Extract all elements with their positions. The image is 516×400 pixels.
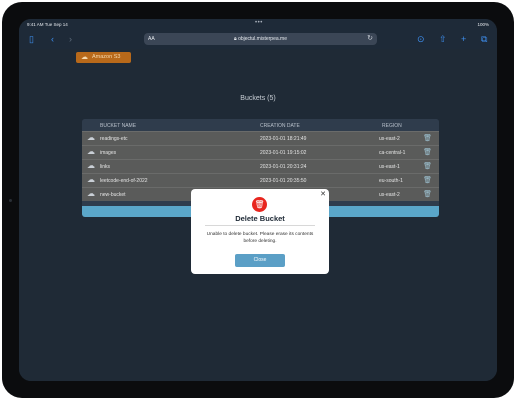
trash-icon[interactable]: 🗑︎ [423,176,432,184]
url-text: 🔒︎ objectul.misterpea.me [234,36,287,42]
column-header-name: BUCKET NAME [100,123,137,129]
browser-toolbar: ▯ ‹ › AA 🔒︎ objectul.misterpea.me ↻ ⊙ ⇧ … [19,31,497,49]
trash-icon: 🗑︎ [252,197,267,212]
close-icon[interactable]: ✕ [320,190,326,198]
page-title: Buckets (5) [240,95,276,102]
table-row[interactable]: ☁ links 2023-01-01 20:31:24 us-east-1 🗑︎ [82,159,439,173]
cloud-icon: ☁ [87,189,95,198]
sidebar-icon[interactable]: ▯ [29,34,34,45]
status-bar: 9:41 AM Tue Sep 14 ••• 100% [19,19,497,31]
download-icon[interactable]: ⊙ [417,34,425,45]
ipad-frame: 9:41 AM Tue Sep 14 ••• 100% ▯ ‹ › AA 🔒︎ … [2,2,514,398]
trash-icon[interactable]: 🗑︎ [423,134,432,142]
chevron-left-icon[interactable]: ‹ [51,34,54,45]
trash-icon[interactable]: 🗑︎ [423,190,432,198]
table-row[interactable]: ☁ readings-etc 2023-01-01 18:21:49 us-ea… [82,131,439,145]
cloud-icon: ☁ [87,175,95,184]
column-header-region: REGION [382,123,402,129]
cloud-icon: ☁ [81,54,88,61]
modal-title: Delete Bucket [235,214,285,223]
service-badge[interactable]: ☁ Amazon S3 [76,52,131,63]
url-bar[interactable]: AA 🔒︎ objectul.misterpea.me ↻ [144,33,377,45]
battery-indicator: 100% [477,22,489,27]
table-header: BUCKET NAME CREATION DATE REGION [82,119,439,131]
screen: 9:41 AM Tue Sep 14 ••• 100% ▯ ‹ › AA 🔒︎ … [19,19,497,381]
table-row[interactable]: ☁ images 2023-01-01 19:15:02 ca-central-… [82,145,439,159]
multitasking-dots[interactable]: ••• [255,20,263,26]
close-button[interactable]: Close [235,254,285,267]
reload-icon[interactable]: ↻ [367,34,373,42]
modal-message: Unable to delete bucket. Please erase it… [206,232,314,244]
column-header-date: CREATION DATE [260,123,300,129]
cloud-icon: ☁ [87,161,95,170]
lock-icon: 🔒︎ [234,36,237,42]
table-row[interactable]: ☁ leetcode-end-of-2022 2023-01-01 20:35:… [82,173,439,187]
page-content: ☁ Amazon S3 Buckets (5) BUCKET NAME CREA… [19,49,497,381]
trash-icon[interactable]: 🗑︎ [423,148,432,156]
cloud-icon: ☁ [87,147,95,156]
tabs-icon[interactable]: ⧉ [481,34,487,45]
delete-bucket-modal: ✕ 🗑︎ Delete Bucket Unable to delete buck… [191,189,329,274]
status-time: 9:41 AM Tue Sep 14 [27,22,68,27]
chevron-right-icon[interactable]: › [69,34,72,45]
share-icon[interactable]: ⇧ [439,34,447,45]
plus-icon[interactable]: + [461,34,466,45]
front-camera [9,199,12,202]
trash-icon[interactable]: 🗑︎ [423,162,432,170]
cloud-icon: ☁ [87,133,95,142]
modal-divider [205,225,315,226]
